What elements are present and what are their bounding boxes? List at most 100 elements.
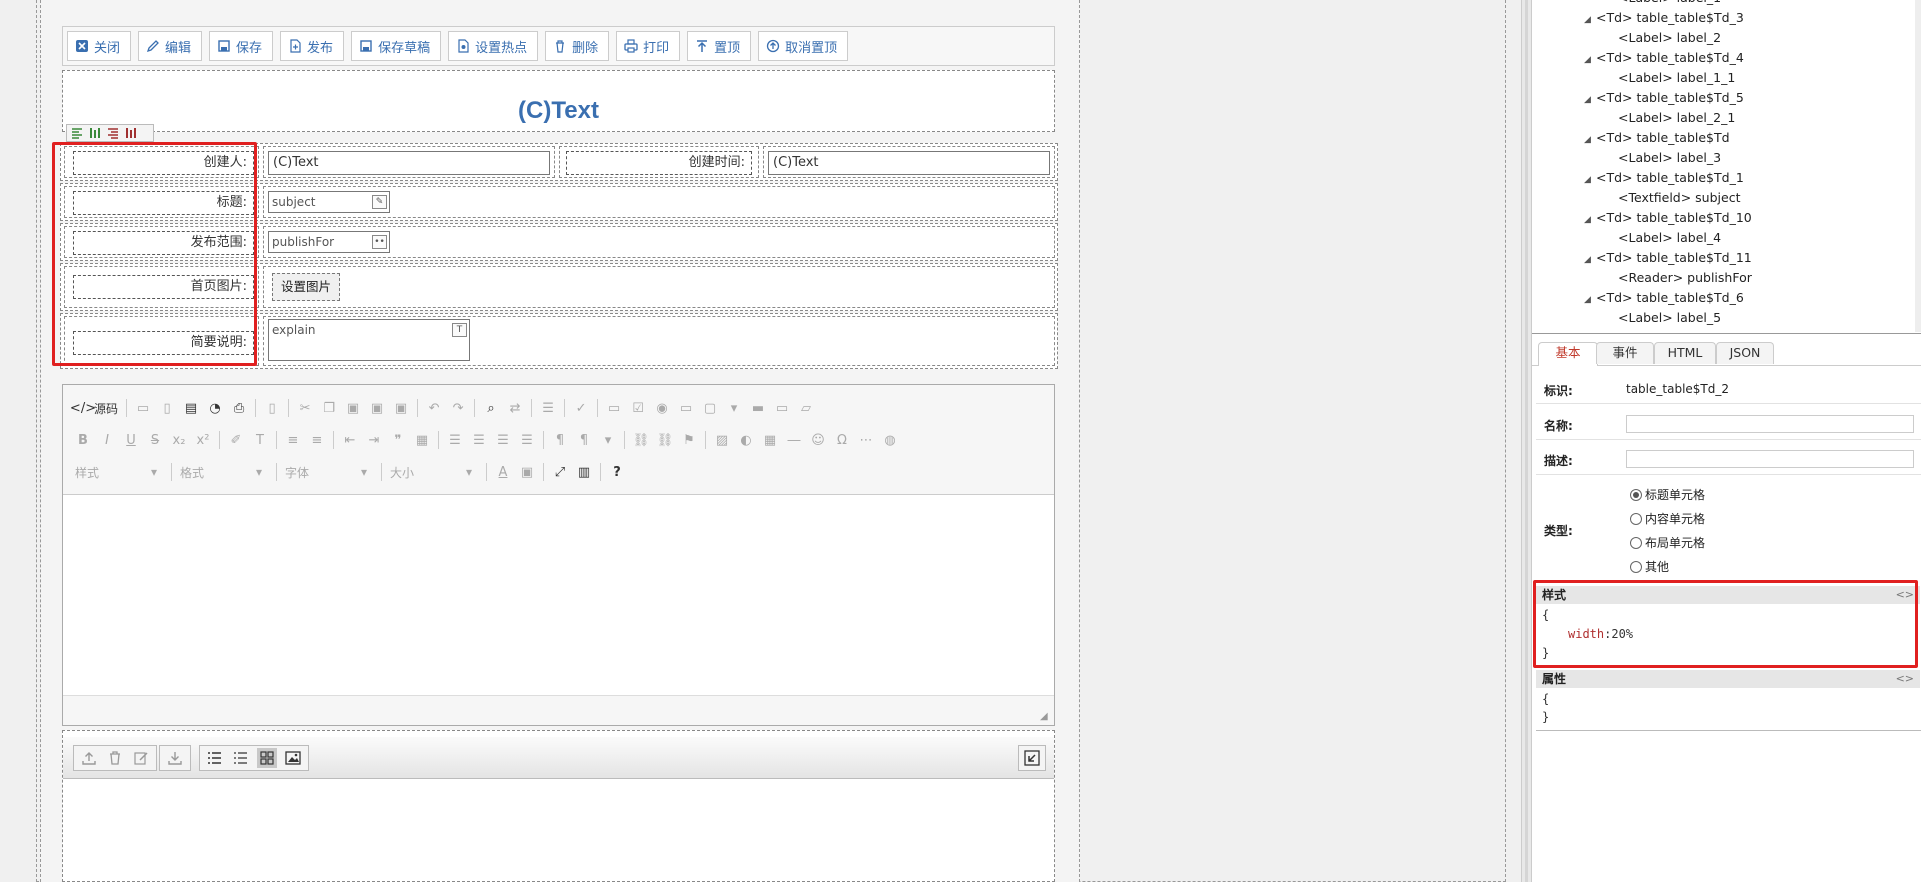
label-cell[interactable]: 标题: [64,186,259,218]
copy-icon[interactable]: ❐ [321,400,337,416]
special-char-icon[interactable]: Ω [834,432,850,448]
bold-icon[interactable]: B [75,432,91,448]
download-icon[interactable] [165,748,185,768]
show-blocks-icon[interactable]: ▥ [576,464,592,480]
horizontal-rule-icon[interactable]: ― [786,432,802,448]
checkbox-icon[interactable]: ☑ [630,400,646,416]
tab-basic[interactable]: 基本 [1538,342,1598,366]
outdent-icon[interactable]: ⇤ [342,432,358,448]
value-cell[interactable]: (C)Text [263,146,555,178]
delete-button[interactable]: 删除 [545,31,610,61]
button-icon[interactable]: ▬ [750,400,766,416]
tree-node[interactable]: <Label> label_1_1 [1618,70,1735,85]
paste-word-icon[interactable]: ▣ [393,400,409,416]
redo-icon[interactable]: ↷ [450,400,466,416]
rtl-icon[interactable]: ¶ [576,432,592,448]
unpin-button[interactable]: 取消置顶 [758,31,849,61]
collapse-icon[interactable] [1022,748,1042,768]
image-button-icon[interactable]: ▭ [774,400,790,416]
remove-format-icon[interactable]: T [252,432,268,448]
print-icon[interactable]: ⎙ [231,400,247,416]
pdf-icon[interactable]: ▤ [183,400,199,416]
iframe-icon[interactable]: ◍ [882,432,898,448]
undo-icon[interactable]: ↶ [426,400,442,416]
style-declaration[interactable]: width:20% [1568,627,1633,641]
style-combo[interactable]: 样式 ▾ [75,463,163,481]
publish-button[interactable]: 发布 [280,31,345,61]
tree-node[interactable]: ◢ <Td> table_table$Td_10 [1584,210,1752,225]
print-button[interactable]: 打印 [616,31,681,61]
tree-scrollbar[interactable] [1915,0,1921,332]
numbered-list-icon[interactable]: ≡ [285,432,301,448]
save-button[interactable]: 保存 [209,31,274,61]
value-cell[interactable]: (C)Text [763,146,1055,178]
tree-node[interactable]: <Reader> publishFor [1618,270,1752,285]
list-view-icon[interactable] [205,748,225,768]
indent-icon[interactable]: ⇥ [366,432,382,448]
hidden-field-icon[interactable]: ▱ [798,400,814,416]
label-cell[interactable]: 创建时间: [559,146,759,178]
language-icon[interactable]: ▾ [600,432,616,448]
new-page-icon[interactable]: ▯ [159,400,175,416]
strike-icon[interactable]: S [147,432,163,448]
bulleted-list-icon[interactable]: ≡ [309,432,325,448]
format-painter-icon[interactable]: ✐ [228,432,244,448]
resize-handle-icon[interactable]: ◢ [1040,711,1050,722]
tree-node[interactable]: <Textfield> subject [1618,190,1740,205]
form-icon[interactable]: ▭ [606,400,622,416]
value-cell[interactable]: 设置图片 [263,266,1055,308]
anchor-icon[interactable]: ⚑ [681,432,697,448]
tree-node[interactable]: <Label> label_3 [1618,150,1721,165]
expand-triangle-icon[interactable]: ◢ [1584,215,1596,225]
tree-node[interactable]: <Label> label_2 [1618,30,1721,45]
type-radio-title-cell[interactable]: 标题单元格 [1630,486,1705,503]
expand-triangle-icon[interactable]: ◢ [1584,255,1596,265]
align-justify-icon[interactable] [125,127,137,139]
save-icon[interactable]: ▭ [135,400,151,416]
tree-node[interactable]: ◢ <Td> table_table$Td_4 [1584,50,1744,65]
align-right-icon[interactable] [107,127,119,139]
explain-field[interactable]: explain T [268,319,470,361]
value-cell[interactable]: publishFor •• [263,226,1055,258]
attr-section-header[interactable]: 属性 <> [1536,670,1920,688]
expand-triangle-icon[interactable]: ◢ [1584,295,1596,305]
edit-button[interactable]: 编辑 [138,31,203,61]
value-cell[interactable]: explain T [263,316,1055,366]
size-combo[interactable]: 大小 ▾ [390,463,478,481]
desc-input[interactable] [1626,450,1914,468]
image-view-icon[interactable] [283,748,303,768]
delete-icon[interactable] [105,748,125,768]
tab-json[interactable]: JSON [1716,342,1774,364]
label-cell[interactable]: 创建人: [64,146,259,178]
name-input[interactable] [1626,415,1914,433]
tree-node[interactable]: <Label> label_2_1 [1618,110,1735,125]
expand-triangle-icon[interactable]: ◢ [1584,95,1596,105]
tree-node[interactable]: ◢ <Td> table_table$Td_11 [1584,250,1752,265]
flash-icon[interactable]: ◐ [738,432,754,448]
align-left-icon[interactable]: ☰ [447,432,463,448]
preview-icon[interactable]: ◔ [207,400,223,416]
font-combo[interactable]: 字体 ▾ [285,463,373,481]
link-icon[interactable]: ⛓ [633,432,650,448]
paste-icon[interactable]: ▣ [345,400,361,416]
expand-triangle-icon[interactable]: ◢ [1584,175,1596,185]
style-section-header[interactable]: 样式 <> [1536,586,1920,604]
label-cell[interactable]: 发布范围: [64,226,259,258]
unlink-icon[interactable]: ⛓ [657,432,674,448]
form-title-box[interactable]: (C)Text [62,70,1055,132]
save-draft-button[interactable]: 保存草稿 [351,31,442,61]
tree-node[interactable]: ◢ <Td> table_table$Td_6 [1584,290,1744,305]
templates-icon[interactable]: ▯ [264,400,280,416]
tree-node[interactable]: <Label> label_1 [1618,0,1721,5]
select-all-icon[interactable]: ☰ [540,400,556,416]
subscript-icon[interactable]: x₂ [171,432,187,448]
value-cell[interactable]: subject ✎ [263,186,1055,218]
type-radio-other[interactable]: 其他 [1630,558,1669,575]
tree-node[interactable]: ◢ <Td> table_table$Td_1 [1584,170,1744,185]
bg-color-icon[interactable]: ▣ [519,464,535,480]
panel-splitter[interactable] [1521,0,1532,882]
upload-icon[interactable] [79,748,99,768]
subject-field[interactable]: subject ✎ [268,191,390,213]
paste-text-icon[interactable]: ▣ [369,400,385,416]
replace-icon[interactable]: ⇄ [507,400,523,416]
